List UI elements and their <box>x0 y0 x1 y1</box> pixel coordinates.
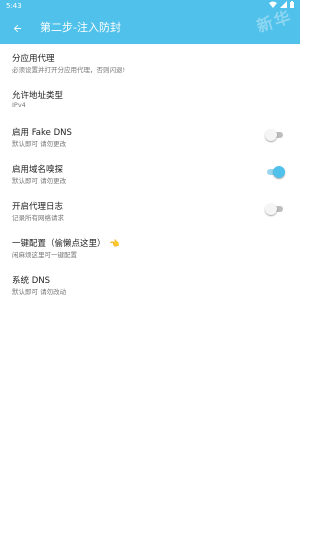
setting-summary: 必须设置并打开分应用代理，否则闪退! <box>12 66 126 74</box>
setting-title: 分应用代理 <box>12 54 55 64</box>
back-button[interactable] <box>9 20 25 36</box>
setting-title: 系统 DNS <box>12 276 51 286</box>
status-time: 5:43 <box>6 2 22 10</box>
setting-summary: 闲麻烦这里可一键配置 <box>12 251 77 259</box>
settings-list: 分应用代理 必须设置并打开分应用代理，否则闪退! 允许地址类型 IPv4 启用 … <box>0 44 300 303</box>
setting-summary: 默认即可 请勿改动 <box>12 288 67 296</box>
battery-icon <box>290 0 294 12</box>
setting-split-app-proxy[interactable]: 分应用代理 必须设置并打开分应用代理，否则闪退! <box>0 44 300 81</box>
setting-title: 一键配置（偷懒点这里） <box>12 239 106 249</box>
setting-title: 允许地址类型 <box>12 91 64 101</box>
setting-one-click-config[interactable]: 一键配置（偷懒点这里） 👈 闲麻烦这里可一键配置 <box>0 229 300 266</box>
arrow-left-icon <box>13 24 21 32</box>
setting-summary: 默认即可 请勿更改 <box>12 177 67 185</box>
page-title: 第二步-注入防封 <box>40 21 121 34</box>
setting-fake-dns[interactable]: 启用 Fake DNS 默认即可 请勿更改 <box>0 118 300 155</box>
setting-allowed-address-type[interactable]: 允许地址类型 IPv4 <box>0 81 300 118</box>
fake-dns-toggle[interactable] <box>265 129 283 141</box>
pointing-hand-icon: 👈 <box>109 239 120 248</box>
toggle-knob <box>265 203 277 215</box>
setting-title-wrap: 一键配置（偷懒点这里） 👈 <box>12 237 119 249</box>
toggle-knob <box>273 166 285 178</box>
status-bar: 5:43 <box>0 0 300 12</box>
toggle-knob <box>265 129 277 141</box>
setting-proxy-log[interactable]: 开启代理日志 记录所有网络请求 <box>0 192 300 229</box>
setting-summary: 默认即可 请勿更改 <box>12 140 67 148</box>
domain-sniffing-toggle[interactable] <box>267 166 285 178</box>
setting-title: 启用 Fake DNS <box>12 128 72 138</box>
setting-title: 开启代理日志 <box>12 202 64 212</box>
proxy-log-toggle[interactable] <box>265 203 283 215</box>
setting-system-dns[interactable]: 系统 DNS 默认即可 请勿改动 <box>0 266 300 303</box>
setting-title: 启用域名嗅探 <box>12 165 64 175</box>
setting-summary: IPv4 <box>12 101 26 109</box>
setting-domain-sniffing[interactable]: 启用域名嗅探 默认即可 请勿更改 <box>0 155 300 192</box>
setting-summary: 记录所有网络请求 <box>12 214 64 222</box>
